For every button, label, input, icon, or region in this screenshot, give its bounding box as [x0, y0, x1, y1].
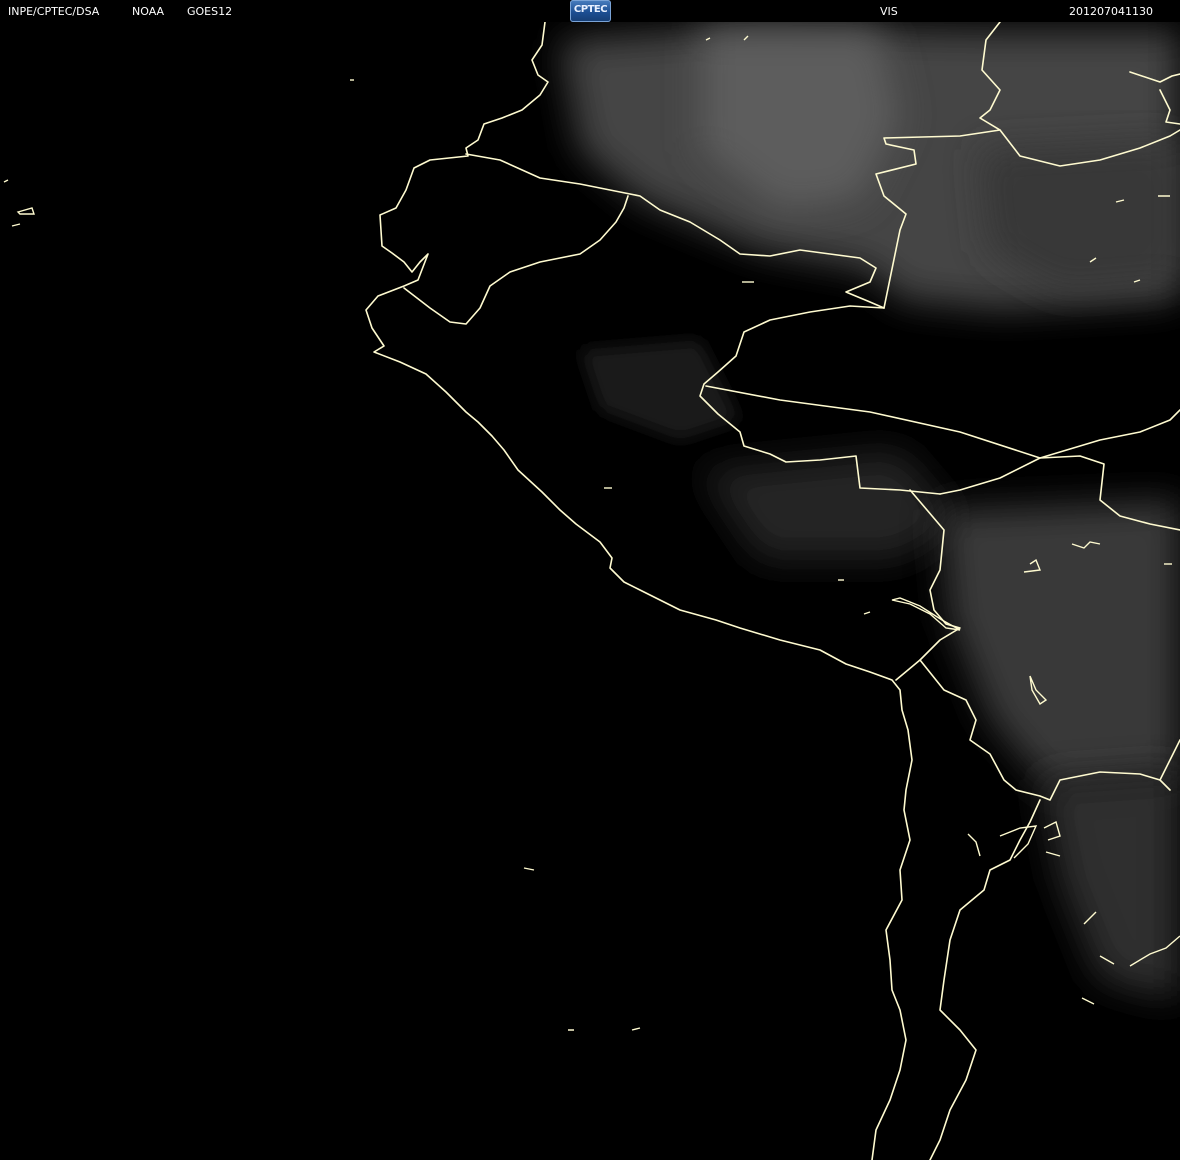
small-islet-2: [568, 1027, 641, 1031]
border-ecuador-peru: [403, 195, 629, 325]
salt-flat-2: [999, 825, 1038, 859]
satellite-map: [3, 21, 1180, 1160]
satellite-label: GOES12: [187, 5, 233, 18]
salt-flat-1: [967, 833, 981, 857]
cloud-cover: [560, 25, 1180, 1000]
border-peru-brazil: [705, 385, 1180, 459]
small-islet-1: [523, 867, 535, 871]
lake-south-3: [1081, 997, 1095, 1005]
galapagos-islet: [3, 179, 9, 183]
border-chile-argentina: [929, 799, 1041, 1160]
galapagos-islands: [11, 207, 35, 227]
channel-label: VIS: [880, 5, 898, 18]
timestamp-label: 201207041130: [1069, 5, 1153, 18]
cloud-region-southeast: [1040, 770, 1180, 1000]
cloud-region-central: [700, 450, 960, 560]
cloud-region-andes: [580, 340, 740, 440]
satellite-image-viewer: INPE/CPTEC/DSA NOAA GOES12 CPTEC VIS 201…: [0, 0, 1180, 1160]
cloud-region-east: [940, 500, 1180, 790]
agency-label: NOAA: [132, 5, 165, 18]
cptec-logo: CPTEC: [570, 0, 611, 22]
small-lake-3: [863, 611, 871, 615]
organization-label: INPE/CPTEC/DSA: [8, 5, 100, 18]
image-header-bar: INPE/CPTEC/DSA NOAA GOES12 CPTEC VIS 201…: [0, 0, 1180, 22]
